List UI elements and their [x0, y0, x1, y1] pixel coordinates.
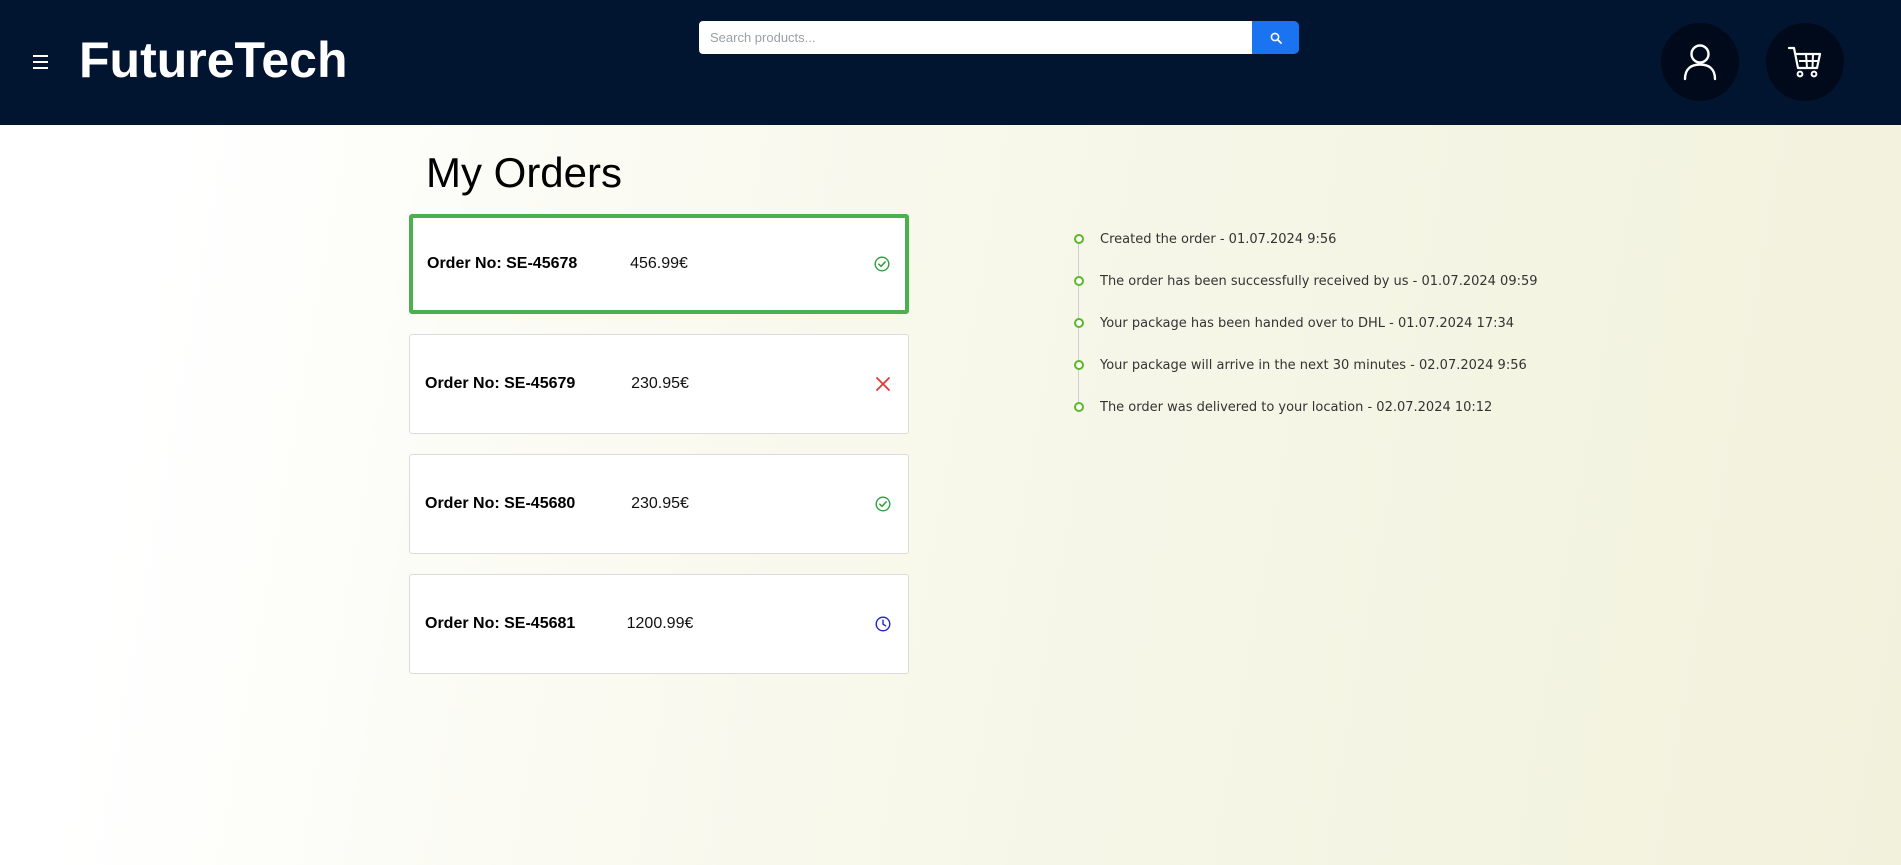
timeline-dot: [1074, 234, 1084, 244]
user-icon: [1683, 44, 1717, 81]
timeline-dot: [1074, 318, 1084, 328]
user-account-button[interactable]: [1661, 23, 1739, 101]
timeline-event: The order was delivered to your location…: [1070, 392, 1492, 422]
page-title: My Orders: [426, 149, 623, 196]
timeline-dot: [1074, 276, 1084, 286]
order-card[interactable]: Order No: SE-45678 456.99€: [409, 214, 909, 314]
search-bar: [699, 21, 1299, 54]
search-button[interactable]: [1252, 21, 1299, 54]
timeline-event-text: Your package has been handed over to DHL…: [1100, 315, 1515, 331]
timeline-event-text: The order has been successfully received…: [1100, 273, 1538, 289]
timeline-event: Created the order - 01.07.2024 9:56: [1070, 224, 1336, 254]
timeline-event-text: Created the order - 01.07.2024 9:56: [1100, 231, 1337, 247]
brand-logo[interactable]: FutureTech: [79, 30, 348, 90]
timeline-event: Your package will arrive in the next 30 …: [1070, 350, 1527, 380]
clock-icon: [874, 615, 892, 633]
timeline-event: Your package has been handed over to DHL…: [1070, 308, 1514, 338]
cart-icon: [1787, 46, 1822, 78]
order-card[interactable]: Order No: SE-45680 230.95€: [409, 454, 909, 554]
timeline-event: The order has been successfully received…: [1070, 266, 1538, 296]
timeline-event-text: The order was delivered to your location…: [1100, 399, 1493, 415]
order-price: 456.99€: [630, 255, 688, 272]
order-price: 1200.99€: [626, 615, 694, 632]
order-price: 230.95€: [631, 495, 689, 512]
search-icon: [1270, 32, 1282, 44]
cross-icon: [874, 375, 892, 393]
order-price: 230.95€: [631, 375, 689, 392]
order-card[interactable]: Order No: SE-45679 230.95€: [409, 334, 909, 434]
hamburger-icon[interactable]: [33, 52, 51, 72]
order-card[interactable]: Order No: SE-45681 1200.99€: [409, 574, 909, 674]
timeline-dot: [1074, 402, 1084, 412]
search-input[interactable]: [699, 21, 1252, 54]
timeline-event-text: Your package will arrive in the next 30 …: [1100, 357, 1527, 373]
cart-button[interactable]: [1766, 23, 1844, 101]
timeline-dot: [1074, 360, 1084, 370]
top-navbar: FutureTech: [0, 0, 1901, 125]
check-circle-icon: [874, 495, 892, 513]
check-circle-icon: [873, 255, 891, 273]
